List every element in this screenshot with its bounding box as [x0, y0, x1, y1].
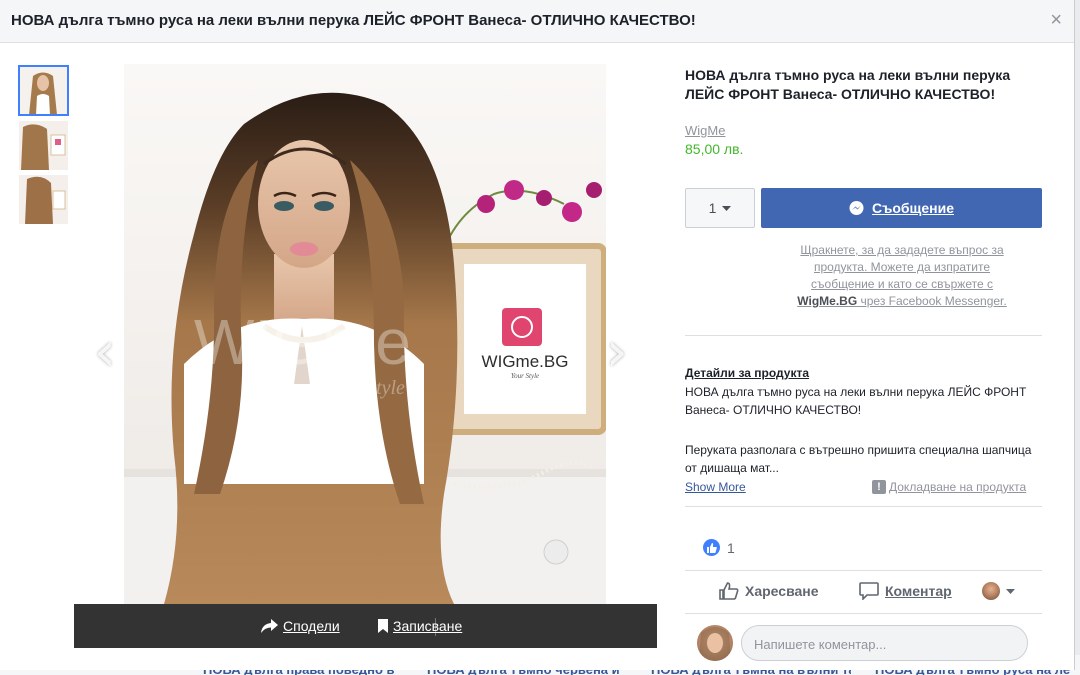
report-product-label: Докладване на продукта [889, 480, 1027, 494]
details-text: НОВА дълга тъмно руса на леки вълни перу… [685, 385, 1027, 417]
messenger-hint: Щракнете, за да зададете въпрос за проду… [768, 242, 1036, 310]
share-button[interactable]: Сподели [261, 618, 340, 634]
thumbnail-1[interactable] [18, 65, 69, 116]
message-button-label: Съобщение [872, 200, 954, 216]
share-label: Сподели [283, 618, 340, 634]
seller-link[interactable]: WigMe [685, 123, 1042, 138]
details-heading: Детайли за продукта [685, 366, 810, 380]
share-bar: Сподели Записване [74, 604, 657, 648]
thumbs-up-icon [719, 582, 739, 600]
next-photo-icon[interactable]: › [606, 325, 628, 379]
like-count-value: 1 [727, 539, 735, 556]
messenger-icon [849, 200, 864, 215]
avatar [982, 582, 1000, 600]
chevron-down-icon [1006, 588, 1015, 594]
save-label: Записване [393, 618, 463, 634]
like-button[interactable]: Харесване [719, 582, 819, 600]
report-icon: ! [872, 480, 886, 494]
hint-line: Щракнете, за да зададете въпрос за [800, 243, 1004, 257]
show-more-link[interactable]: Show More [685, 480, 746, 494]
message-button[interactable]: Съобщение [761, 188, 1042, 228]
share-arrow-icon [261, 619, 278, 633]
like-label: Харесване [745, 583, 819, 599]
bookmark-icon [378, 619, 388, 633]
frame-tag: Your Style [511, 372, 539, 380]
like-reaction-icon [703, 539, 720, 556]
frame-brand: WIGme.BG [482, 352, 569, 371]
dialog-header: НОВА дълга тъмно руса на леки вълни перу… [0, 0, 1074, 43]
comment-label: Коментар [885, 583, 952, 599]
avatar [697, 625, 733, 661]
chevron-down-icon [722, 205, 732, 211]
thumbnail-3[interactable] [19, 175, 68, 224]
divider [685, 335, 1042, 336]
hint-line: продукта. Можете да изпратите [813, 260, 991, 274]
product-dialog: НОВА дълга тъмно руса на леки вълни перу… [0, 0, 1075, 670]
quantity-select[interactable]: 1 [685, 188, 755, 228]
divider [685, 506, 1042, 507]
hint-line: съобщение и като се свържете с [811, 277, 993, 291]
divider [685, 613, 1042, 614]
report-product-link[interactable]: ! Докладване на продукта [872, 480, 1026, 494]
save-button[interactable]: Записване [378, 618, 462, 634]
comment-button[interactable]: Коментар [859, 582, 952, 600]
product-title: НОВА дълга тъмно руса на леки вълни перу… [685, 67, 1011, 102]
product-photo: WIGme.BG Your Style WIGme Your Style [124, 64, 606, 604]
dialog-title: НОВА дълга тъмно руса на леки вълни перу… [11, 12, 696, 29]
hint-line: чрез Facebook Messenger. [857, 294, 1007, 308]
divider [685, 570, 1042, 571]
thumbnail-2[interactable] [19, 121, 68, 170]
product-price: 85,00 лв. [685, 141, 744, 157]
prev-photo-icon[interactable]: ‹ [94, 325, 116, 379]
close-icon[interactable]: × [1050, 9, 1062, 32]
comment-icon [859, 582, 879, 600]
hint-page-name[interactable]: WigMe.BG [797, 294, 857, 308]
quantity-value: 1 [708, 200, 717, 216]
reaction-as-selector[interactable] [982, 582, 1015, 600]
watermark-brand: WIGme [194, 306, 411, 378]
comment-input[interactable]: Напишете коментар... [741, 625, 1028, 661]
details-text: Перуката разполага с вътрешно пришита сп… [685, 443, 1032, 475]
watermark-tag: Your Style [324, 377, 405, 399]
like-count[interactable]: 1 [703, 539, 735, 556]
